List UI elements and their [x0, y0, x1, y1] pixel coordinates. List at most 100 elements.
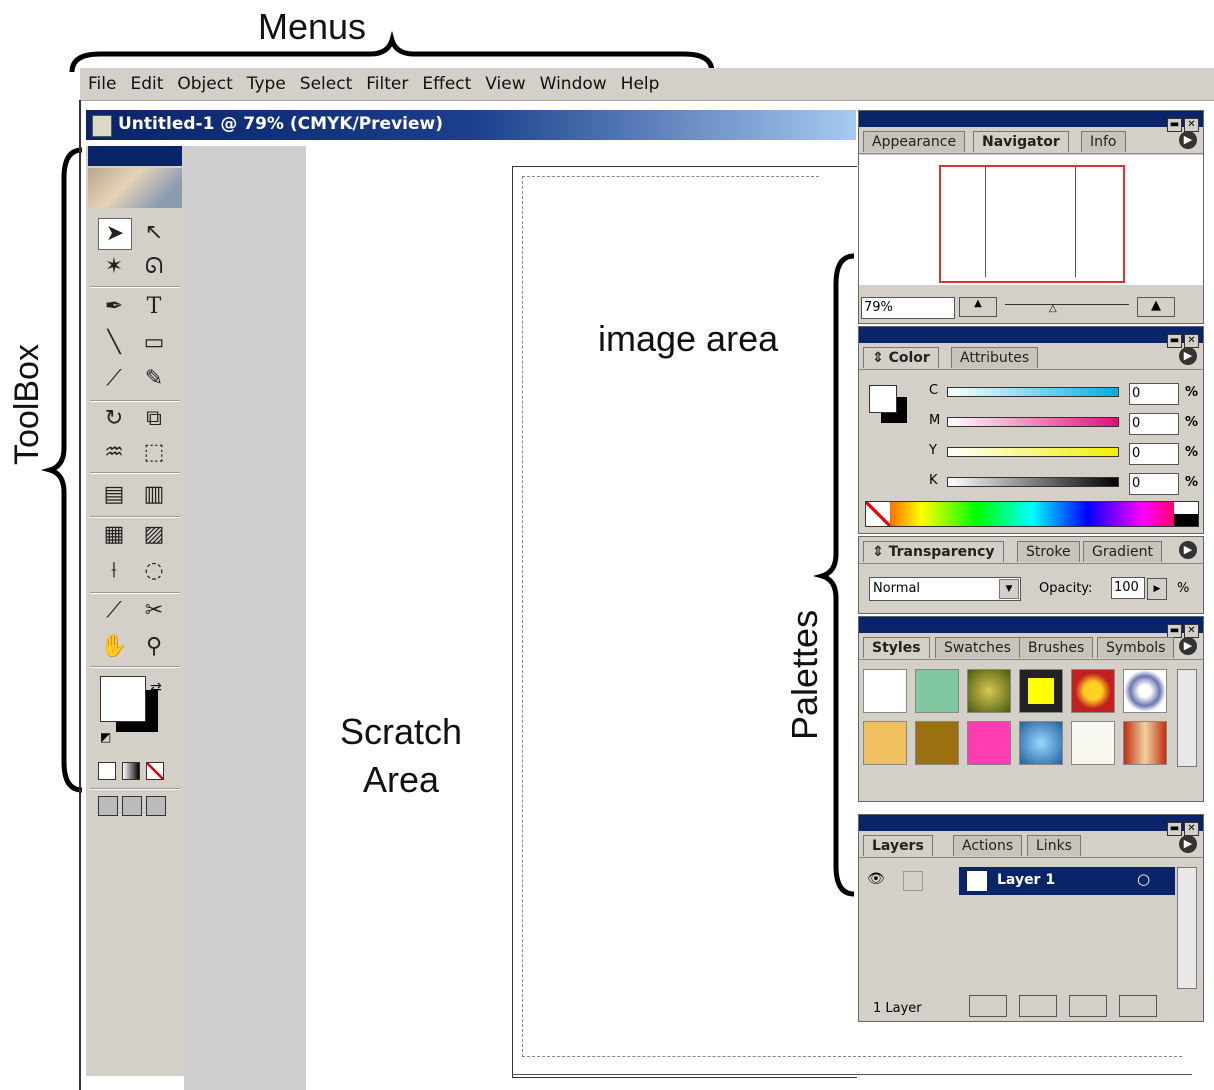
menu-file[interactable]: File — [88, 68, 116, 100]
make-clipping-mask-icon[interactable] — [969, 995, 1007, 1017]
menu-edit[interactable]: Edit — [130, 68, 163, 100]
standard-screen-mode-icon[interactable] — [98, 796, 118, 816]
tab-attributes[interactable]: Attributes — [951, 347, 1039, 368]
gradient-mode-icon[interactable] — [122, 762, 140, 780]
opacity-field[interactable]: 100 — [1111, 577, 1145, 599]
style-swatch-sunburst[interactable] — [1071, 669, 1115, 713]
color-mode-icon[interactable] — [98, 762, 116, 780]
lasso-tool-icon[interactable]: ᘏ — [138, 252, 170, 282]
color-spectrum-ramp[interactable] — [865, 501, 1199, 527]
cyan-slider[interactable] — [947, 387, 1119, 397]
zoom-field[interactable]: 79% — [861, 297, 955, 319]
menu-effect[interactable]: Effect — [422, 68, 471, 100]
none-swatch-icon[interactable] — [866, 502, 890, 526]
eyedropper-tool-icon[interactable]: ⟊ — [98, 556, 130, 586]
tab-info[interactable]: Info — [1081, 131, 1126, 152]
palette-menu-icon[interactable]: ▶ — [1179, 541, 1197, 559]
direct-selection-tool-icon[interactable]: ↖ — [138, 218, 170, 248]
selection-tool-icon[interactable]: ➤ — [98, 218, 132, 250]
layer-row[interactable]: Layer 1 ○ — [959, 867, 1175, 895]
full-screen-menu-mode-icon[interactable] — [122, 796, 142, 816]
warp-tool-icon[interactable]: ♒ — [98, 438, 130, 468]
menu-filter[interactable]: Filter — [366, 68, 408, 100]
blend-mode-select[interactable]: Normal ▼ — [869, 577, 1021, 601]
style-swatch-pink[interactable] — [967, 721, 1011, 765]
palette-menu-icon[interactable]: ▶ — [1179, 131, 1197, 149]
palette-menu-icon[interactable]: ▶ — [1179, 637, 1197, 655]
mesh-tool-icon[interactable]: ▦ — [98, 520, 130, 550]
slice-tool-icon[interactable]: ⟋ — [98, 596, 130, 626]
fill-color-swatch[interactable] — [100, 676, 146, 722]
style-swatch-olive[interactable] — [967, 669, 1011, 713]
new-sublayer-icon[interactable] — [1019, 995, 1057, 1017]
zoom-tool-icon[interactable]: ⚲ — [138, 632, 170, 662]
swap-colors-icon[interactable]: ⇄ — [150, 680, 162, 696]
document-title-bar[interactable]: Untitled-1 @ 79% (CMYK/Preview) — [86, 110, 856, 140]
menu-select[interactable]: Select — [300, 68, 352, 100]
black-value[interactable]: 0 — [1129, 473, 1179, 495]
opacity-arrow-icon[interactable]: ▶ — [1147, 578, 1167, 600]
tab-transparency[interactable]: ⇕ Transparency — [863, 541, 1004, 562]
layers-scrollbar[interactable] — [1177, 867, 1197, 989]
toolbox-title-bar[interactable] — [88, 146, 182, 166]
symbol-sprayer-tool-icon[interactable]: ▤ — [98, 480, 130, 510]
tab-gradient[interactable]: Gradient — [1083, 541, 1162, 562]
blend-tool-icon[interactable]: ◌ — [138, 556, 170, 586]
chevron-down-icon[interactable]: ▼ — [999, 579, 1019, 599]
rectangle-tool-icon[interactable]: ▭ — [138, 328, 170, 358]
style-swatch-yellow-frame[interactable] — [1019, 669, 1063, 713]
lock-toggle[interactable] — [903, 871, 923, 891]
zoom-slider[interactable] — [1005, 304, 1129, 305]
tab-actions[interactable]: Actions — [953, 835, 1023, 856]
tab-navigator[interactable]: Navigator — [973, 131, 1069, 152]
tab-color[interactable]: ⇕ Color — [863, 347, 939, 368]
palette-menu-icon[interactable]: ▶ — [1179, 835, 1197, 853]
magenta-value[interactable]: 0 — [1129, 413, 1179, 435]
zoom-slider-thumb[interactable]: △ — [1049, 303, 1057, 314]
menu-type[interactable]: Type — [247, 68, 286, 100]
pen-tool-icon[interactable]: ✒ — [98, 292, 130, 322]
new-layer-icon[interactable] — [1069, 995, 1107, 1017]
tab-stroke[interactable]: Stroke — [1017, 541, 1080, 562]
menu-object[interactable]: Object — [177, 68, 232, 100]
palette-title-bar[interactable]: ▬ ✕ — [859, 111, 1203, 132]
style-swatch-default[interactable] — [863, 669, 907, 713]
paintbrush-tool-icon[interactable]: ⟋ — [98, 364, 130, 394]
line-tool-icon[interactable]: ╲ — [98, 328, 130, 358]
tab-brushes[interactable]: Brushes — [1019, 637, 1094, 658]
eye-icon[interactable]: 👁 — [867, 871, 885, 887]
graph-tool-icon[interactable]: ▥ — [138, 480, 170, 510]
scale-tool-icon[interactable]: ⧉ — [138, 404, 170, 434]
gradient-tool-icon[interactable]: ▨ — [138, 520, 170, 550]
style-swatch-star[interactable] — [1071, 721, 1115, 765]
toolbox-venus-logo[interactable] — [88, 168, 182, 208]
fill-swatch[interactable] — [869, 385, 897, 413]
white-black-swatch[interactable] — [1174, 502, 1198, 526]
tab-appearance[interactable]: Appearance — [863, 131, 966, 152]
tab-styles[interactable]: Styles — [863, 637, 930, 658]
yellow-value[interactable]: 0 — [1129, 443, 1179, 465]
yellow-slider[interactable] — [947, 447, 1119, 457]
menu-window[interactable]: Window — [540, 68, 607, 100]
zoom-out-icon[interactable]: ▲ — [959, 297, 997, 317]
tab-swatches[interactable]: Swatches — [935, 637, 1020, 658]
menu-view[interactable]: View — [485, 68, 525, 100]
style-swatch-teal[interactable] — [915, 669, 959, 713]
scissors-tool-icon[interactable]: ✂ — [138, 596, 170, 626]
styles-scrollbar[interactable] — [1177, 669, 1197, 767]
menu-help[interactable]: Help — [621, 68, 660, 100]
full-screen-mode-icon[interactable] — [146, 796, 166, 816]
trash-icon[interactable] — [1119, 995, 1157, 1017]
rotate-tool-icon[interactable]: ↻ — [98, 404, 130, 434]
default-colors-icon[interactable]: ◩ — [100, 730, 111, 744]
target-circle-icon[interactable]: ○ — [1137, 870, 1150, 888]
style-swatch-red-gradient[interactable] — [1123, 721, 1167, 765]
palette-menu-icon[interactable]: ▶ — [1179, 347, 1197, 365]
tab-links[interactable]: Links — [1027, 835, 1081, 856]
tab-symbols[interactable]: Symbols — [1097, 637, 1175, 658]
palette-title-bar[interactable]: ▬ ✕ — [859, 327, 1203, 348]
tab-layers[interactable]: Layers — [863, 835, 933, 856]
style-swatch-blue-sphere[interactable] — [1019, 721, 1063, 765]
style-swatch-orange[interactable] — [863, 721, 907, 765]
navigator-view-box[interactable] — [939, 165, 1125, 283]
